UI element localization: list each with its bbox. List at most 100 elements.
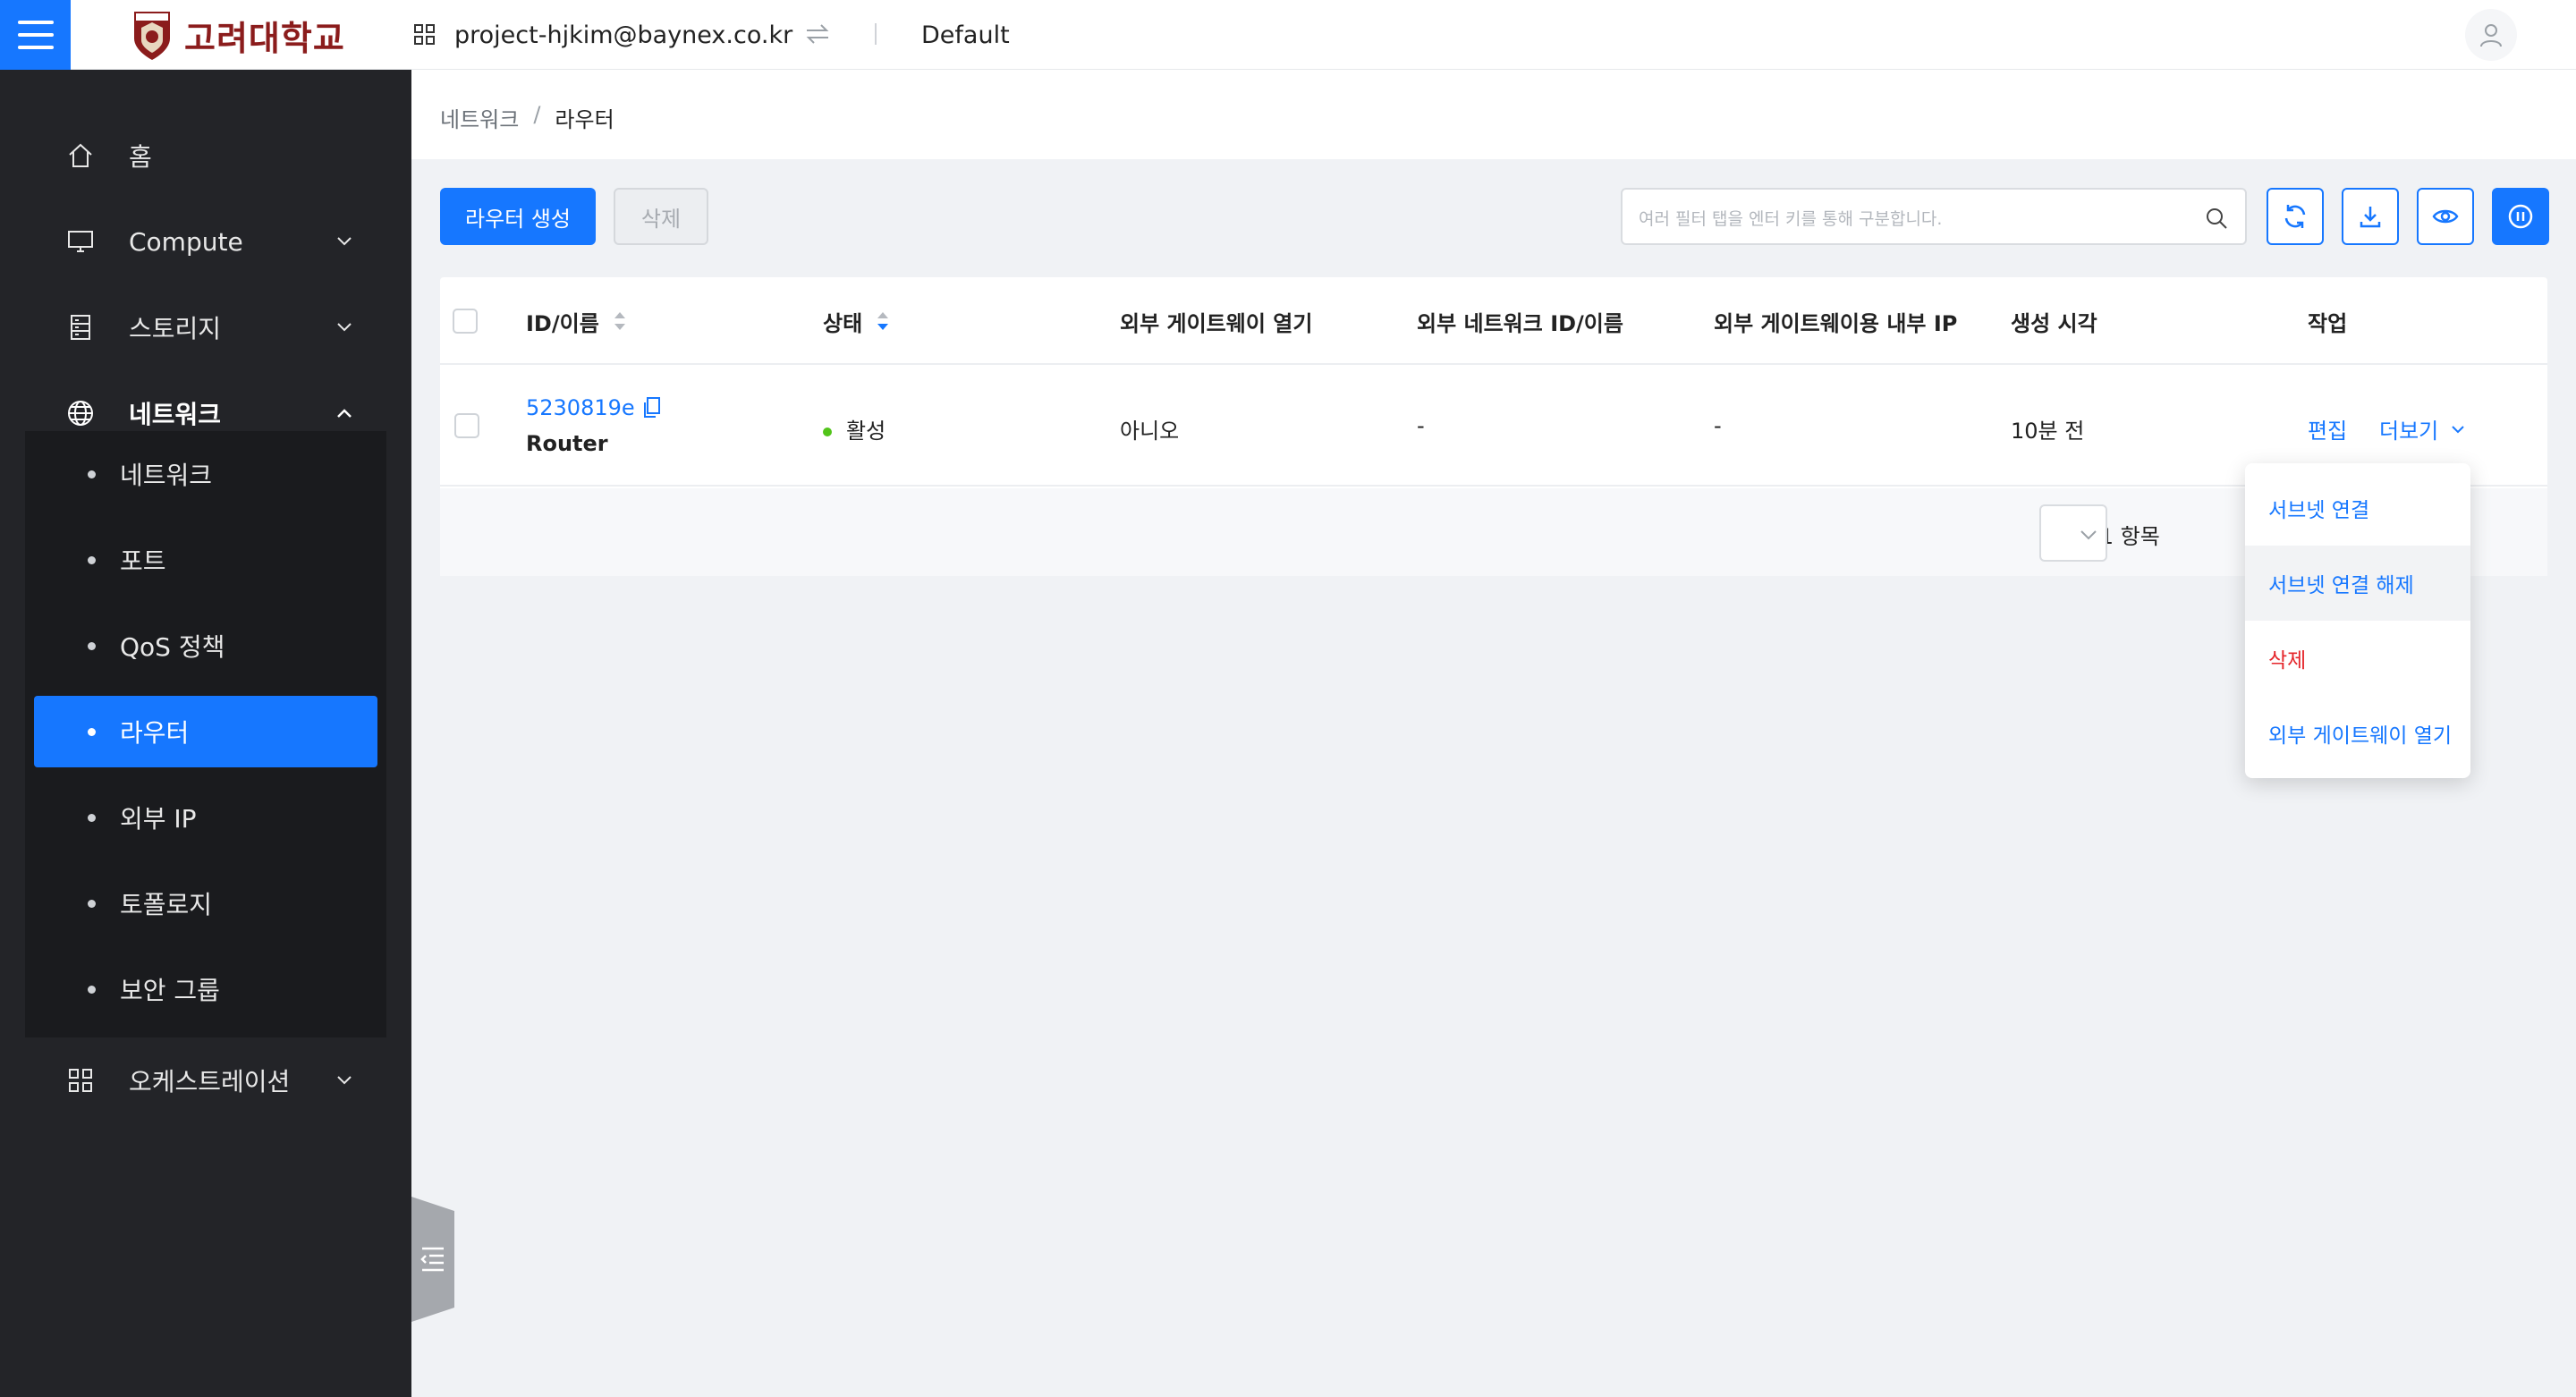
menu-item-disconnect-subnet[interactable]: 서브넷 연결 해제 — [2245, 546, 2470, 621]
chevron-down-icon — [337, 323, 352, 332]
status-text: 활성 — [846, 419, 886, 444]
gateway-ip-cell: - — [1714, 413, 1722, 438]
domain-label[interactable]: Default — [921, 0, 1010, 70]
chevron-down-icon — [2080, 530, 2097, 540]
column-header-status[interactable]: 상태 — [823, 277, 891, 365]
column-header-ext-network: 외부 네트워크 ID/이름 — [1417, 310, 1623, 336]
select-all-checkbox[interactable] — [453, 309, 478, 334]
sidebar: 홈 Compute 스토리지 네트워크 네트워크 포트 QoS 정책 라우터 외… — [0, 70, 411, 1397]
bullet-icon — [88, 727, 96, 736]
grid-icon — [414, 24, 435, 45]
delete-button[interactable]: 삭제 — [614, 188, 708, 245]
avatar[interactable] — [2465, 9, 2517, 61]
menu-item-connect-subnet[interactable]: 서브넷 연결 — [2245, 470, 2470, 546]
project-selector[interactable]: project-hjkim@baynex.co.kr — [413, 0, 792, 70]
crest-icon — [134, 12, 170, 60]
router-table: ID/이름 상태 외부 게이트웨이 열기 외부 네트워크 ID/이름 외부 게이… — [440, 277, 2547, 576]
router-name: Router — [526, 431, 608, 456]
more-actions-menu: 서브넷 연결 서브넷 연결 해제 삭제 외부 게이트웨이 열기 — [2245, 463, 2470, 778]
sidebar-subitem-port[interactable]: 포트 — [25, 524, 386, 596]
bullet-icon — [88, 985, 96, 994]
status-badge: 활성 — [823, 413, 886, 444]
sidebar-subitem-label: 네트워크 — [120, 461, 213, 490]
column-header-label: 상태 — [823, 310, 863, 336]
column-header-gateway-open: 외부 게이트웨이 열기 — [1120, 310, 1313, 336]
pause-refresh-button[interactable] — [2492, 188, 2549, 245]
column-header-actions: 작업 — [2308, 310, 2348, 336]
project-name: project-hjkim@baynex.co.kr — [454, 21, 793, 49]
sidebar-subitem-router[interactable]: 라우터 — [34, 696, 377, 767]
user-icon — [2480, 24, 2502, 47]
sidebar-subitem-label: 외부 IP — [120, 804, 197, 834]
gateway-open-cell: 아니오 — [1120, 419, 1180, 444]
storage-icon — [64, 311, 97, 343]
table-footer: 전체 1 항목 1 — [440, 488, 2547, 576]
column-header-id-name[interactable]: ID/이름 — [526, 277, 628, 365]
sidebar-subitem-security-group[interactable]: 보안 그룹 — [25, 953, 386, 1025]
search-input[interactable]: 여러 필터 탭을 엔터 키를 통해 구분합니다. — [1621, 188, 2247, 245]
sidebar-item-label: 오케스트레이션 — [129, 1067, 291, 1096]
sidebar-subitem-label: 라우터 — [120, 718, 190, 748]
menu-toggle-button[interactable] — [0, 0, 71, 70]
hamburger-icon — [17, 21, 54, 24]
created-cell: 10분 전 — [2011, 419, 2085, 444]
more-actions-label: 더보기 — [2379, 419, 2439, 444]
sidebar-item-orchestration[interactable]: 오케스트레이션 — [0, 1037, 411, 1123]
edit-button[interactable]: 편집 — [2308, 413, 2347, 444]
menu-item-delete[interactable]: 삭제 — [2245, 621, 2470, 696]
sidebar-item-storage[interactable]: 스토리지 — [0, 284, 411, 370]
sidebar-subitem-label: 토폴로지 — [120, 890, 213, 919]
row-checkbox[interactable] — [454, 413, 479, 438]
sidebar-item-compute[interactable]: Compute — [0, 199, 411, 284]
swap-icon[interactable] — [803, 20, 832, 48]
column-header-gateway-ip: 외부 게이트웨이용 내부 IP — [1714, 310, 1958, 336]
menu-item-open-gateway[interactable]: 외부 게이트웨이 열기 — [2245, 696, 2470, 771]
bullet-icon — [88, 470, 96, 478]
router-id-link[interactable]: 5230819e — [526, 395, 635, 420]
sidebar-subitem-floating-ip[interactable]: 외부 IP — [25, 782, 386, 853]
header-divider — [875, 23, 877, 45]
refresh-icon — [2284, 205, 2306, 228]
create-router-button[interactable]: 라우터 생성 — [440, 188, 596, 245]
bullet-icon — [88, 813, 96, 822]
sidebar-item-home[interactable]: 홈 — [0, 113, 411, 199]
more-actions-button[interactable]: 더보기 — [2379, 413, 2467, 444]
ext-network-cell: - — [1417, 413, 1425, 438]
grid-icon — [64, 1064, 97, 1096]
table-row: 5230819e Router 활성 아니오 - - 10분 전 편집 더보기 — [440, 365, 2547, 487]
search-icon[interactable] — [2204, 206, 2229, 231]
table-header: ID/이름 상태 외부 게이트웨이 열기 외부 네트워크 ID/이름 외부 게이… — [440, 277, 2547, 365]
hamburger-icon-line — [17, 33, 54, 37]
sidebar-collapse-button[interactable] — [411, 1197, 454, 1322]
breadcrumb-parent[interactable]: 네트워크 — [440, 102, 519, 133]
sidebar-subitem-network[interactable]: 네트워크 — [25, 438, 386, 510]
hamburger-icon-line — [17, 46, 54, 49]
chevron-up-icon — [337, 409, 352, 418]
bullet-icon — [88, 555, 96, 564]
page-size-select[interactable] — [2039, 504, 2107, 562]
sidebar-item-label: Compute — [129, 226, 243, 257]
sort-icon — [877, 312, 889, 330]
sidebar-subitem-label: QoS 정책 — [120, 632, 225, 662]
copy-icon[interactable] — [642, 396, 662, 419]
breadcrumb: 네트워크 / 라우터 — [440, 102, 614, 133]
top-bar: 고려대학교 project-hjkim@baynex.co.kr Default — [0, 0, 2576, 70]
refresh-button[interactable] — [2267, 188, 2324, 245]
row-id-cell: 5230819e — [526, 395, 662, 420]
eye-icon — [2432, 209, 2459, 224]
search-placeholder: 여러 필터 탭을 엔터 키를 통해 구분합니다. — [1639, 209, 1943, 229]
download-button[interactable] — [2342, 188, 2399, 245]
sidebar-subitem-qos[interactable]: QoS 정책 — [25, 610, 386, 682]
sort-icon — [614, 312, 625, 330]
column-header-created: 생성 시각 — [2011, 310, 2097, 336]
sidebar-subitem-topology[interactable]: 토폴로지 — [25, 868, 386, 939]
sidebar-subitem-label: 보안 그룹 — [120, 976, 220, 1005]
university-logo[interactable]: 고려대학교 — [131, 7, 345, 63]
logo-text: 고려대학교 — [184, 18, 345, 58]
chevron-down-icon — [337, 237, 352, 246]
breadcrumb-current: 라우터 — [555, 107, 614, 132]
column-visibility-button[interactable] — [2417, 188, 2474, 245]
globe-icon — [64, 397, 97, 429]
breadcrumb-bar: 네트워크 / 라우터 — [411, 70, 2576, 159]
download-icon — [2360, 207, 2381, 228]
